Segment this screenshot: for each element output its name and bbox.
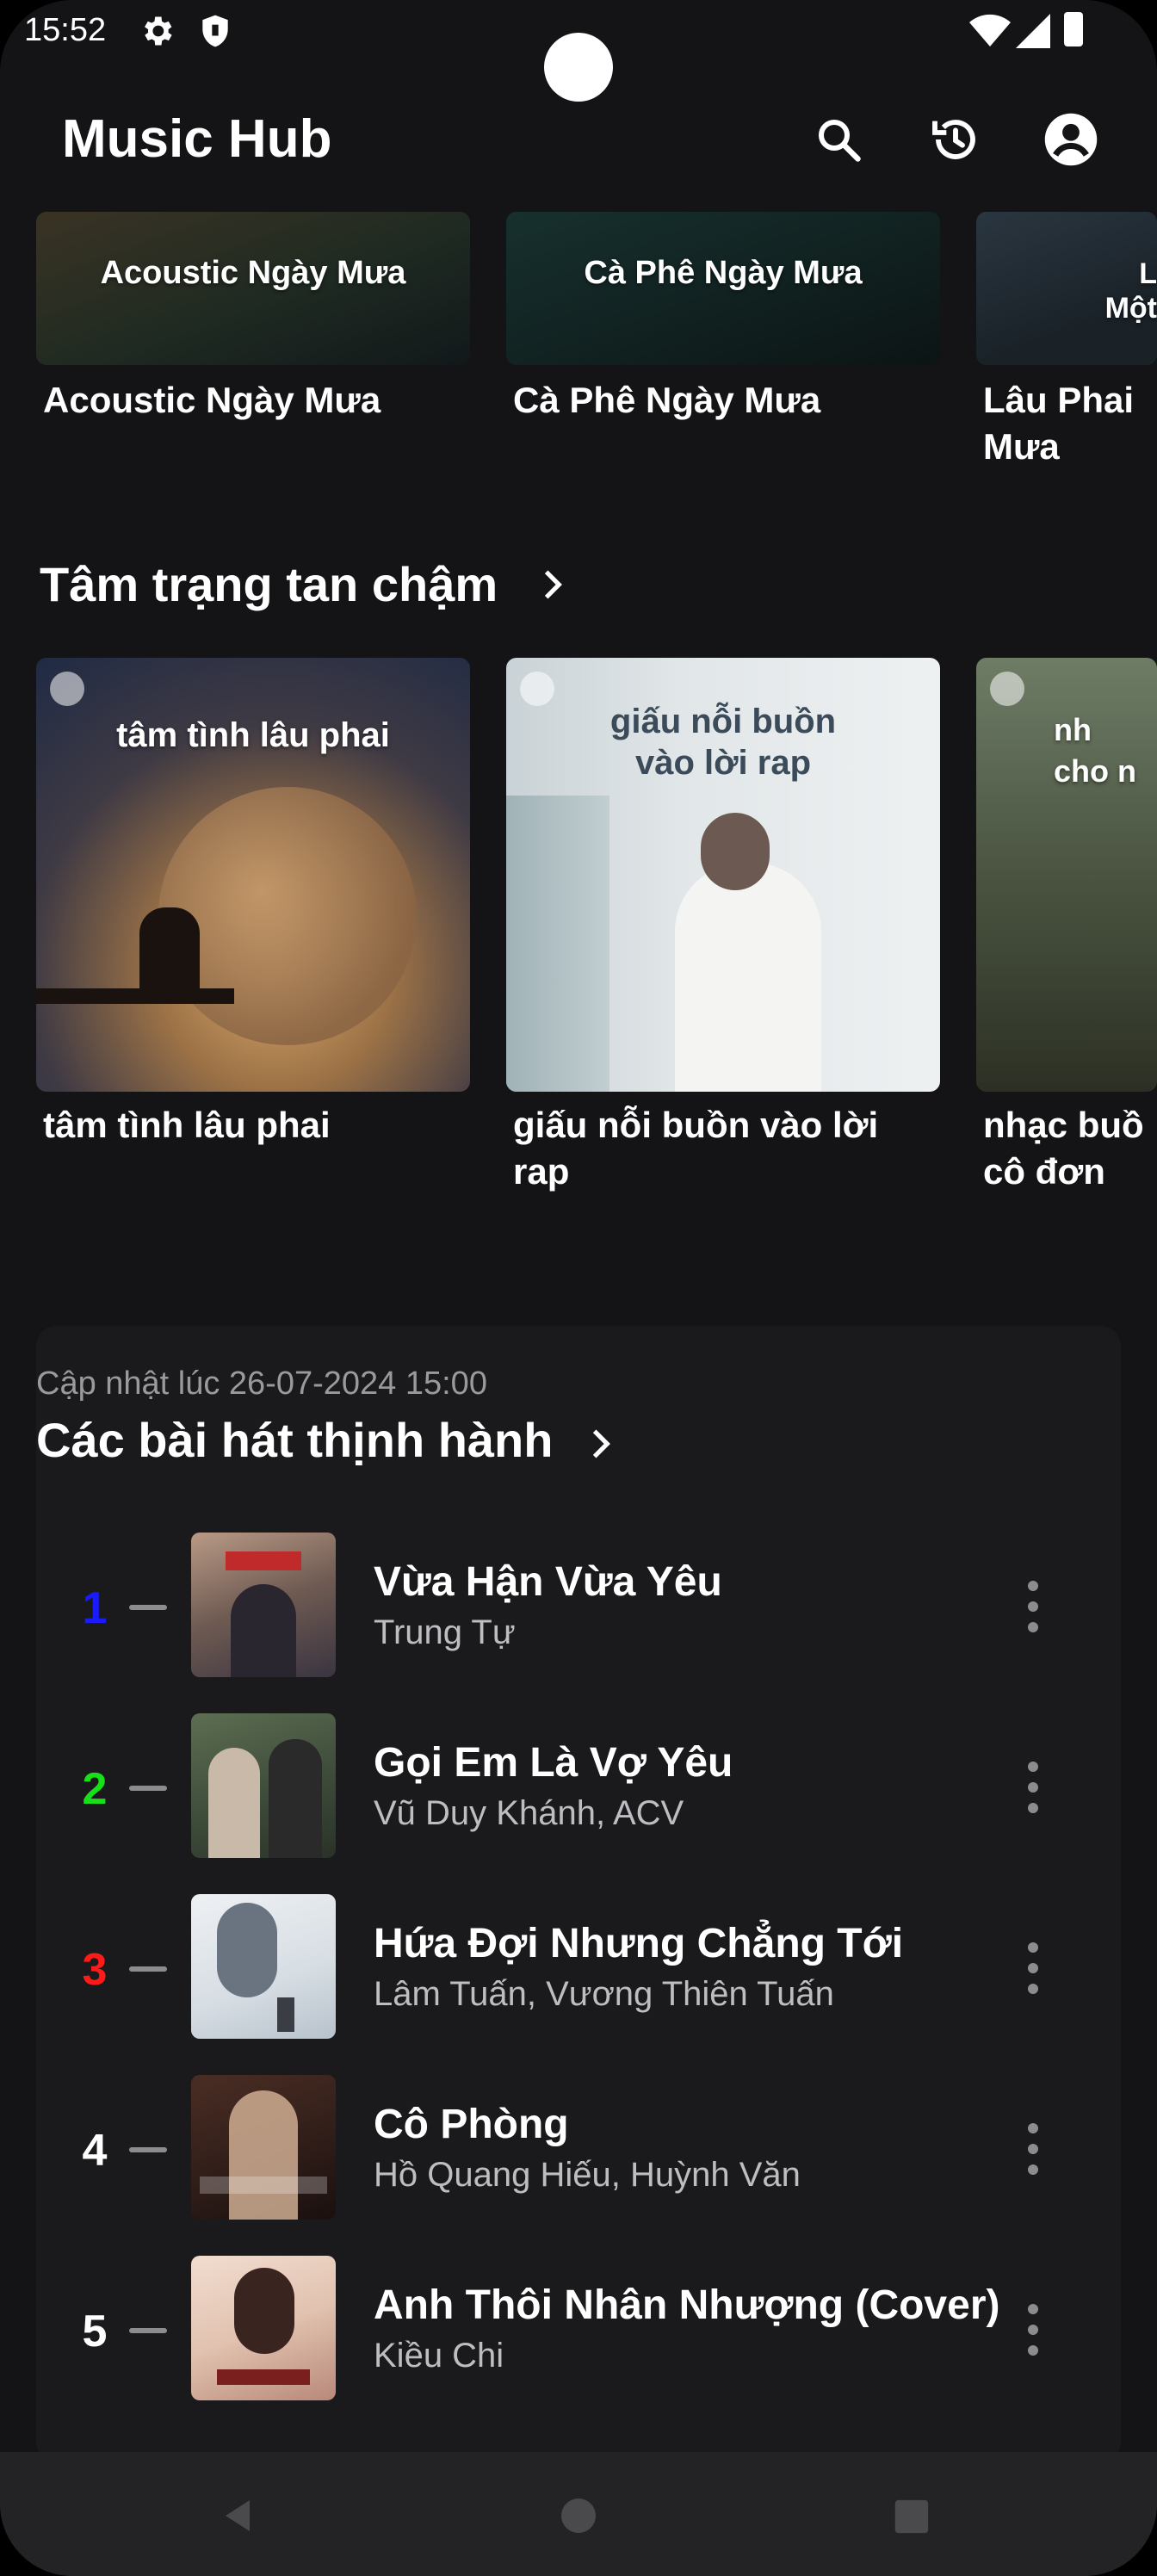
- song-title: Vừa Hận Vừa Yêu: [374, 1559, 722, 1605]
- playlist-card-cover[interactable]: Cà Phê Ngày Mưa: [506, 212, 940, 365]
- playlist-card-title[interactable]: nhạc buồ cô đơn: [983, 1102, 1157, 1195]
- search-icon: [819, 120, 861, 162]
- song-row[interactable]: 1 Vừa Hận Vừa Yêu Trung Tự: [36, 1533, 1121, 1679]
- rank-change-indicator: [129, 1605, 167, 1610]
- playlist-card-cover[interactable]: Acoustic Ngày Mưa: [36, 212, 470, 365]
- chevron-right-icon[interactable]: [582, 1422, 620, 1465]
- silhouette-shape: [139, 907, 200, 994]
- home-icon[interactable]: [558, 2495, 599, 2536]
- camera-cutout: [544, 33, 613, 102]
- window-shape: [506, 796, 609, 1092]
- song-rank: 4: [82, 2126, 108, 2176]
- status-time: 15:52: [24, 12, 107, 48]
- spotify-badge-icon: [990, 672, 1024, 706]
- song-thumbnail: [191, 1533, 336, 1677]
- playlist-card-title[interactable]: tâm tình lâu phai: [43, 1102, 473, 1149]
- playlist-card-cover[interactable]: nh cho n: [976, 658, 1157, 1092]
- playlist-card-cover[interactable]: giấu nỗi buồn vào lời rap: [506, 658, 940, 1092]
- song-thumbnail: [191, 1894, 336, 2039]
- rank-change-indicator: [129, 2147, 167, 2152]
- cover-text: nh cho n: [1054, 712, 1136, 789]
- playlist-card-cover[interactable]: tâm tình lâu phai: [36, 658, 470, 1092]
- account-circle-icon: [1044, 113, 1098, 166]
- cover-text: Acoustic Ngày Mưa: [100, 255, 406, 291]
- thumb-title-block: [200, 2177, 327, 2194]
- rank-change-indicator: [129, 1786, 167, 1791]
- section-title[interactable]: Các bài hát thịnh hành: [36, 1412, 553, 1468]
- playlist-card-title[interactable]: Lâu Phai Mưa: [983, 377, 1157, 470]
- phone-screen: 15:52 Music Hub Acoustic Ngày Mưa Acoust…: [0, 0, 1157, 2576]
- gear-icon: [145, 16, 172, 46]
- playlist-card-title[interactable]: Acoustic Ngày Mưa: [43, 377, 473, 424]
- updated-timestamp: Cập nhật lúc 26-07-2024 15:00: [36, 1365, 487, 1402]
- recents-icon[interactable]: [892, 2497, 931, 2536]
- song-artist: Vũ Duy Khánh, ACV: [374, 1794, 684, 1832]
- more-options-icon[interactable]: [1023, 2123, 1043, 2175]
- song-artist: Kiều Chi: [374, 2337, 504, 2375]
- system-nav-bar: [0, 2452, 1157, 2576]
- song-title: Hứa Đợi Nhưng Chẳng Tới: [374, 1921, 904, 1966]
- rank-change-indicator: [129, 2328, 167, 2333]
- song-row[interactable]: 2 Gọi Em Là Vợ Yêu Vũ Duy Khánh, ACV: [36, 1713, 1121, 1860]
- history-icon: [932, 120, 975, 159]
- song-artist: Trung Tự: [374, 1613, 516, 1651]
- more-options-icon[interactable]: [1023, 2304, 1043, 2356]
- song-artist: Hồ Quang Hiếu, Huỳnh Văn: [374, 2156, 801, 2194]
- ledge-shape: [36, 988, 234, 1004]
- thumb-title-block: [217, 2369, 310, 2385]
- song-row[interactable]: 3 Hứa Đợi Nhưng Chẳng Tới Lâm Tuấn, Vươn…: [36, 1894, 1121, 2040]
- playlist-card-title[interactable]: giấu nỗi buồn vào lời rap: [513, 1102, 944, 1195]
- search-button[interactable]: [806, 107, 871, 172]
- song-rank: 1: [82, 1583, 108, 1633]
- person-shape: [675, 863, 821, 1092]
- more-options-icon[interactable]: [1023, 1762, 1043, 1813]
- thumb-figure: [208, 1748, 260, 1858]
- playlist-card-title[interactable]: Cà Phê Ngày Mưa: [513, 377, 944, 424]
- history-button[interactable]: [923, 107, 988, 172]
- song-row[interactable]: 4 Cô Phòng Hồ Quang Hiếu, Huỳnh Văn: [36, 2075, 1121, 2221]
- head-shape: [701, 813, 770, 890]
- cover-text: Cà Phê Ngày Mưa: [584, 255, 863, 291]
- song-rank: 3: [82, 1945, 108, 1995]
- song-thumbnail: [191, 1713, 336, 1858]
- cellular-icon: [1016, 14, 1050, 48]
- back-icon[interactable]: [219, 2495, 260, 2536]
- song-thumbnail: [191, 2075, 336, 2220]
- song-artist: Lâm Tuấn, Vương Thiên Tuấn: [374, 1975, 834, 2013]
- song-title: Gọi Em Là Vợ Yêu: [374, 1740, 733, 1786]
- rank-change-indicator: [129, 1966, 167, 1972]
- cover-text: giấu nỗi buồn vào lời rap: [609, 703, 837, 782]
- thumb-title-block: [226, 1551, 301, 1570]
- song-title: Cô Phòng: [374, 2102, 569, 2147]
- account-button[interactable]: [1038, 107, 1104, 172]
- song-rank: 2: [82, 1764, 108, 1814]
- more-options-icon[interactable]: [1023, 1942, 1043, 1994]
- cover-text: L Một: [1104, 257, 1157, 325]
- thumb-figure: [229, 2090, 298, 2220]
- chevron-right-icon[interactable]: [534, 563, 572, 606]
- thumb-figure: [217, 1903, 277, 1997]
- wifi-icon: [969, 14, 1011, 46]
- thumb-figure: [277, 1997, 294, 2032]
- spotify-badge-icon: [50, 672, 84, 706]
- thumb-figure: [231, 1584, 296, 1677]
- app-title: Music Hub: [62, 109, 332, 169]
- song-thumbnail: [191, 2256, 336, 2400]
- shield-icon: [202, 15, 228, 47]
- section-title[interactable]: Tâm trạng tan chậm: [40, 556, 498, 612]
- moon-shape: [158, 787, 417, 1045]
- playlist-card-cover[interactable]: L Một: [976, 212, 1157, 365]
- thumb-figure: [269, 1739, 322, 1858]
- song-row[interactable]: 5 Anh Thôi Nhân Nhượng (Cover) Kiều Chi: [36, 2256, 1121, 2402]
- battery-icon: [1064, 12, 1083, 46]
- more-options-icon[interactable]: [1023, 1581, 1043, 1632]
- thumb-figure: [234, 2268, 294, 2354]
- cover-text: tâm tình lâu phai: [116, 716, 390, 754]
- song-rank: 5: [82, 2307, 108, 2356]
- song-title: Anh Thôi Nhân Nhượng (Cover): [374, 2282, 1000, 2328]
